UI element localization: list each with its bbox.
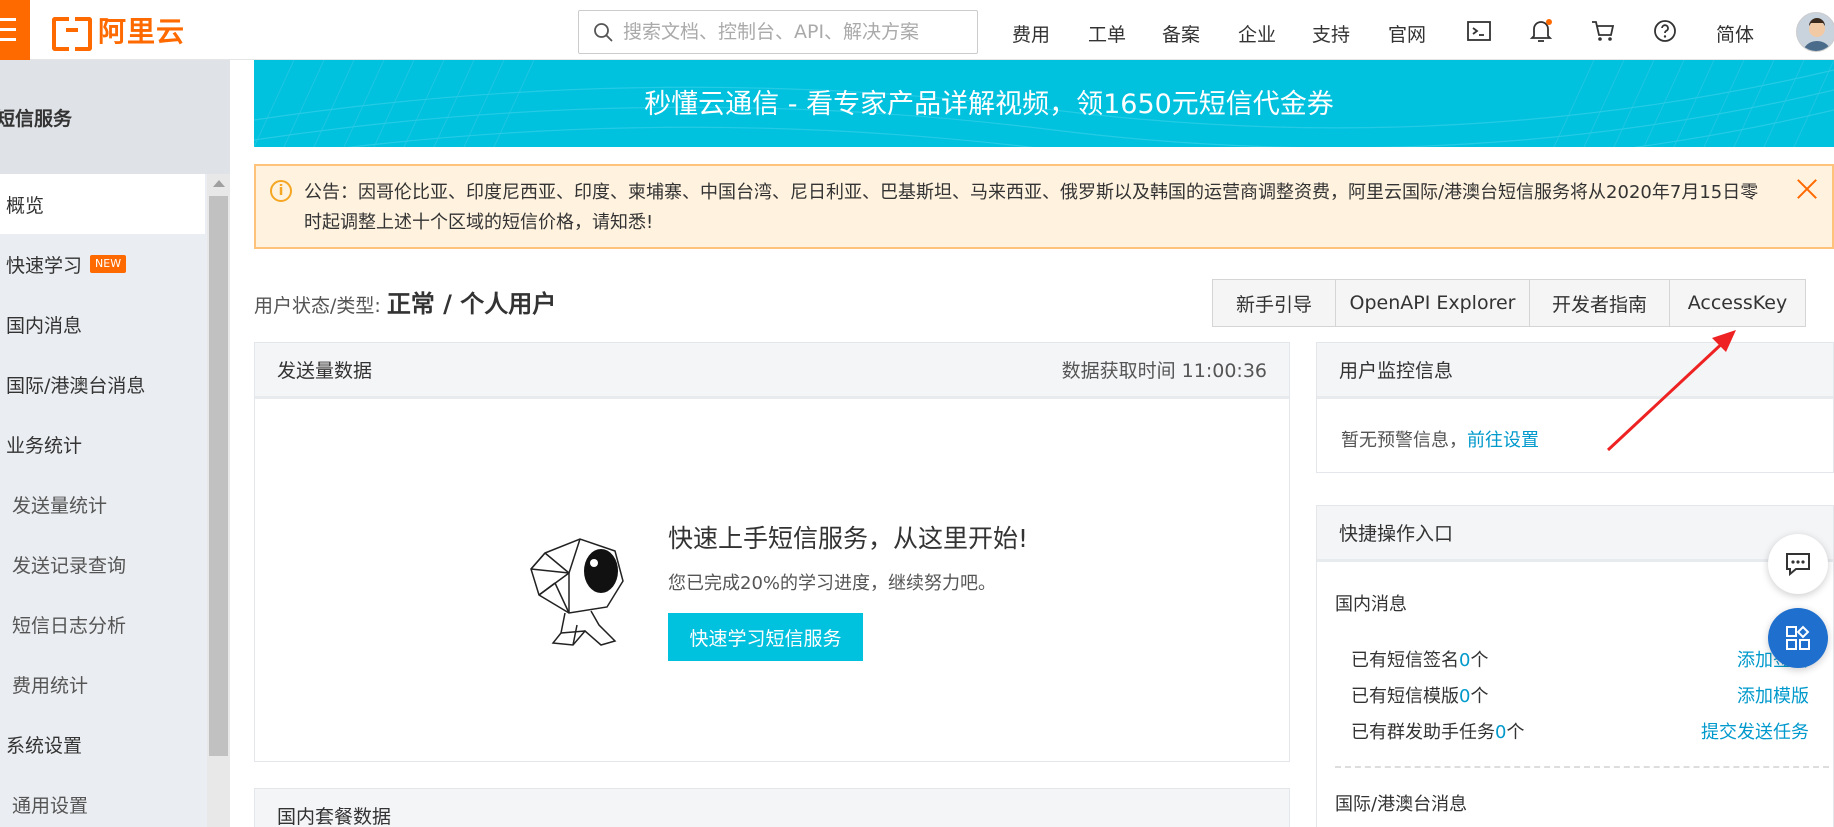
menu-toggle-button[interactable] (0, 0, 30, 60)
announcement-text: 公告：因哥伦比亚、印度尼西亚、印度、柬埔寨、中国台湾、尼日利亚、巴基斯坦、马来西… (304, 182, 1759, 233)
brand-logo[interactable]: 阿里云 (52, 14, 185, 51)
nav-enterprise[interactable]: 企业 (1238, 20, 1276, 47)
template-count-row: 已有短信模版0个 (1351, 686, 1489, 707)
panel-header: 发送量数据 数据获取时间 11:00:36 (255, 343, 1289, 399)
banner-text: 秒懂云通信 - 看专家产品详解视频，领1650元短信代金券 (644, 89, 1334, 120)
sidebar-item-send-volume[interactable]: 发送量统计 (0, 474, 205, 534)
search-icon (594, 23, 613, 42)
search-input[interactable] (623, 21, 963, 43)
nav-filing[interactable]: 备案 (1162, 20, 1200, 47)
user-status-value: 正常 / 个人用户 (386, 290, 557, 318)
sidebar-item-send-records[interactable]: 发送记录查询 (0, 534, 205, 594)
sidebar-item-quick-learn[interactable]: 快速学习 NEW (0, 234, 205, 294)
apps-grid-icon (1786, 625, 1810, 650)
user-status-label: 用户状态/类型: (254, 295, 381, 317)
avatar[interactable] (1796, 12, 1834, 52)
announcement: i 公告：因哥伦比亚、印度尼西亚、印度、柬埔寨、中国台湾、尼日利亚、巴基斯坦、马… (254, 164, 1834, 249)
add-template-link[interactable]: 添加模版 (1737, 682, 1809, 708)
sidebar-item-overview[interactable]: 概览 (0, 174, 205, 234)
send-volume-panel: 发送量数据 数据获取时间 11:00:36 快速上手短信服务，从这里开始! 您已… (254, 342, 1290, 762)
signature-count-row: 已有短信签名0个 (1351, 650, 1489, 671)
sidebar-scrollbar[interactable] (207, 174, 230, 827)
sidebar-nav: 概览 快速学习 NEW 国内消息 国际/港澳台消息 业务统计 发送量统计 发送记录… (0, 174, 205, 827)
domestic-section-title: 国内消息 (1335, 594, 1407, 615)
go-settings-link[interactable]: 前往设置 (1467, 430, 1539, 451)
search-box[interactable] (578, 10, 978, 54)
accesskey-button[interactable]: AccessKey (1669, 280, 1805, 326)
developer-guide-button[interactable]: 开发者指南 (1529, 280, 1669, 326)
new-badge: NEW (90, 255, 127, 273)
help-icon[interactable] (1652, 18, 1678, 44)
user-status: 用户状态/类型: 正常 / 个人用户 (254, 284, 556, 319)
panel-header: 国内套餐数据 (255, 789, 1289, 827)
panel-title: 国内套餐数据 (277, 806, 392, 827)
top-bar: 阿里云 费用 工单 备案 企业 支持 官网 (0, 0, 1834, 60)
chat-float-button[interactable] (1768, 534, 1828, 594)
promo-banner[interactable]: 秒懂云通信 - 看专家产品详解视频，领1650元短信代金券 (254, 60, 1834, 147)
panel-title: 发送量数据 (277, 360, 373, 382)
onboard-progress: 您已完成20%的学习进度，继续努力吧。 (668, 573, 997, 594)
cart-icon[interactable] (1590, 18, 1616, 44)
panel-title: 用户监控信息 (1339, 360, 1454, 382)
sidebar-item-log-analysis[interactable]: 短信日志分析 (0, 594, 205, 654)
quick-actions-panel: 快捷操作入口 国内消息 已有短信签名0个 添加签名 已有短信模版0个 添加模版 … (1316, 505, 1834, 827)
language-switch[interactable]: 简体 (1716, 20, 1754, 47)
brand-name: 阿里云 (98, 15, 186, 48)
sidebar: 短信服务 概览 快速学习 NEW 国内消息 国际/港澳台消息 业务统计 发送量统计… (0, 60, 230, 827)
onboard-title: 快速上手短信服务，从这里开始! (668, 524, 1029, 553)
terminal-icon[interactable] (1466, 18, 1492, 44)
nav-official-site[interactable]: 官网 (1388, 20, 1426, 47)
info-icon: i (270, 180, 292, 202)
submit-send-task-link[interactable]: 提交发送任务 (1701, 718, 1809, 744)
bell-icon[interactable] (1528, 18, 1554, 44)
monitor-panel: 用户监控信息 暂无预警信息，前往设置 (1316, 342, 1834, 473)
sidebar-item-general-settings[interactable]: 通用设置 (0, 774, 205, 827)
apps-float-button[interactable] (1768, 608, 1828, 668)
nav-fees[interactable]: 费用 (1012, 20, 1050, 47)
monitor-message: 暂无预警信息，前往设置 (1341, 430, 1539, 451)
intl-section-title: 国际/港澳台消息 (1335, 794, 1468, 815)
chat-icon (1786, 553, 1810, 577)
quick-learn-button[interactable]: 快速学习短信服务 (668, 613, 863, 661)
beginner-guide-button[interactable]: 新手引导 (1213, 280, 1335, 326)
sidebar-item-international[interactable]: 国际/港澳台消息 (0, 354, 205, 414)
close-icon[interactable] (1796, 178, 1818, 200)
divider (1335, 766, 1829, 768)
sidebar-item-system-settings[interactable]: 系统设置 (0, 714, 205, 774)
sidebar-item-cost-stats[interactable]: 费用统计 (0, 654, 205, 714)
fetch-time: 数据获取时间 11:00:36 (1061, 360, 1267, 382)
domestic-package-panel: 国内套餐数据 (254, 788, 1290, 827)
scroll-up-icon[interactable] (213, 180, 225, 187)
sidebar-item-domestic[interactable]: 国内消息 (0, 294, 205, 354)
scrollbar-thumb[interactable] (209, 196, 228, 756)
bulk-task-count-row: 已有群发助手任务0个 (1351, 722, 1525, 743)
panel-header: 快捷操作入口 (1317, 506, 1833, 562)
panel-title: 快捷操作入口 (1339, 523, 1454, 545)
quick-button-group: 新手引导 OpenAPI Explorer 开发者指南 AccessKey (1212, 279, 1806, 327)
panel-header: 用户监控信息 (1317, 343, 1833, 399)
sidebar-item-business-stats[interactable]: 业务统计 (0, 414, 205, 474)
sidebar-title: 短信服务 (0, 60, 230, 174)
openapi-explorer-button[interactable]: OpenAPI Explorer (1335, 280, 1529, 326)
nav-support[interactable]: 支持 (1312, 20, 1350, 47)
nav-tickets[interactable]: 工单 (1088, 20, 1126, 47)
aliyun-logo-icon (52, 17, 92, 51)
robot-illustration-icon (530, 538, 624, 646)
